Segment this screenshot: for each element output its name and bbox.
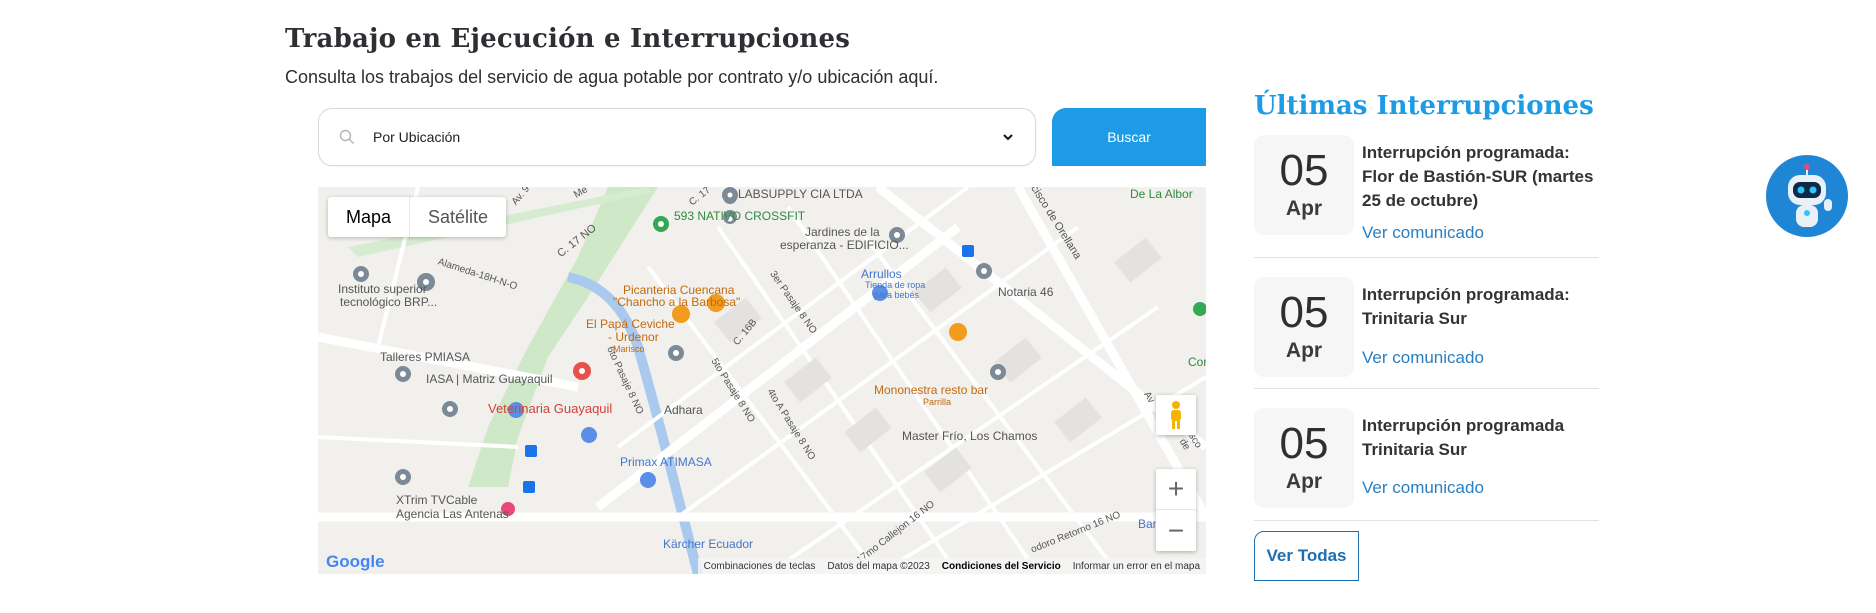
map-footer: Google Combinaciones de teclas Datos del… <box>318 552 1206 574</box>
zoom-control: + − <box>1156 469 1196 551</box>
map-label: El Papá Ceviche <box>586 317 675 331</box>
map-label: De La Albor <box>1130 187 1193 201</box>
latest-interruptions-title: Últimas Interrupciones <box>1254 91 1594 121</box>
map-type-map[interactable]: Mapa <box>328 197 409 237</box>
news-item: 05 Apr Interrupción programada: Trinitar… <box>1254 277 1599 389</box>
map-label: Primax ATIMASA <box>620 455 712 469</box>
street-view-button[interactable] <box>1156 395 1196 435</box>
page-subtitle: Consulta los trabajos del servicio de ag… <box>285 67 939 87</box>
google-logo: Google <box>326 552 385 571</box>
map-label: Jardines de la <box>805 225 880 239</box>
map-label: Tienda de ropa <box>865 280 926 290</box>
date-month: Apr <box>1285 470 1323 493</box>
map-label: IASA | Matriz Guayaquil <box>426 372 553 386</box>
map-label: Arrullos <box>861 267 902 281</box>
zoom-out-button[interactable]: − <box>1156 510 1196 551</box>
map-label: Mononestra resto bar <box>874 383 989 397</box>
date-box: 05 Apr <box>1254 277 1354 377</box>
map-label: Agencia Las Antenas <box>396 507 509 521</box>
location-select[interactable]: Por Ubicación <box>318 108 1036 166</box>
date-month: Apr <box>1285 339 1323 362</box>
map-label: Instituto superior <box>338 282 427 296</box>
map-attribution: Combinaciones de teclas Datos del mapa ©… <box>697 558 1206 574</box>
date-box: 05 Apr <box>1254 135 1354 235</box>
view-notice-link[interactable]: Ver comunicado <box>1362 478 1484 498</box>
view-notice-link[interactable]: Ver comunicado <box>1362 223 1484 243</box>
news-title: Interrupción programada: Flor de Bastión… <box>1362 143 1594 210</box>
map-label: Notaria 46 <box>998 285 1054 299</box>
pin-notaria-dot <box>981 268 987 274</box>
map-label: "Chancho a la Barbosa" <box>613 295 741 309</box>
search-button[interactable]: Buscar <box>1052 108 1206 166</box>
pin-xtrim-dot <box>400 474 406 480</box>
pin-mononestra <box>949 323 967 341</box>
view-notice-link[interactable]: Ver comunicado <box>1362 348 1484 368</box>
date-box: 05 Apr <box>1254 408 1354 508</box>
chat-assistant-button[interactable] <box>1766 155 1848 237</box>
map-label: Talleres PMIASA <box>380 350 471 364</box>
news-item: 05 Apr Interrupción programada: Flor de … <box>1254 135 1599 258</box>
terms-link[interactable]: Condiciones del Servicio <box>936 561 1067 572</box>
news-title: Interrupción programada Trinitaria Sur <box>1362 416 1565 459</box>
map-label: Veterinaria Guayaquil <box>488 401 613 416</box>
map[interactable]: LABSUPPLY CIA LTDA 593 NATIVO CROSSFIT J… <box>318 187 1206 574</box>
map-label: LABSUPPLY CIA LTDA <box>738 187 863 201</box>
map-label: Master Frío, Los Chamos <box>902 429 1038 443</box>
map-label: XTrim TVCable <box>396 493 478 507</box>
map-type-control: Mapa Satélite <box>328 197 507 237</box>
map-label: Parrilla <box>923 397 952 407</box>
keyboard-shortcuts-link[interactable]: Combinaciones de teclas <box>698 561 822 572</box>
map-data-text: Datos del mapa ©2023 <box>827 560 930 572</box>
pin-adhara-dot <box>673 350 679 356</box>
date-day: 05 <box>1279 419 1329 468</box>
date-month: Apr <box>1285 197 1323 220</box>
pin-veterinaria-dot <box>579 368 585 374</box>
pegman-icon <box>1171 401 1181 429</box>
search-icon <box>339 129 354 144</box>
map-label: Adhara <box>664 403 703 417</box>
map-label: tecnológico BRP... <box>340 295 438 309</box>
zoom-in-button[interactable]: + <box>1156 469 1196 510</box>
pin-crossfit-dot <box>658 221 664 227</box>
location-select-value: Por Ubicación <box>373 129 461 145</box>
map-label: para bebés <box>874 290 920 300</box>
bus-stop-icon-3 <box>523 481 535 493</box>
date-day: 05 <box>1279 288 1329 337</box>
date-day: 05 <box>1279 146 1329 195</box>
map-label: Cor <box>1188 355 1206 369</box>
pin-labsupply-dot <box>727 192 733 198</box>
map-label: Kärcher Ecuador <box>663 537 754 551</box>
news-item: 05 Apr Interrupción programada Trinitari… <box>1254 408 1599 521</box>
bus-stop-icon <box>962 245 974 257</box>
page-title: Trabajo en Ejecución e Interrupciones <box>285 24 851 54</box>
report-error-link[interactable]: Informar un error en el mapa <box>1067 561 1206 572</box>
robot-assistant-icon <box>1788 164 1832 227</box>
map-label: esperanza - EDIFICIO... <box>780 238 909 252</box>
bus-stop-icon-2 <box>525 445 537 457</box>
map-label: - Urdenor <box>608 330 659 344</box>
pin-primax <box>581 427 597 443</box>
view-all-button[interactable]: Ver Todas <box>1254 531 1359 581</box>
map-label: 593 NATIVO CROSSFIT <box>674 209 806 223</box>
pin-masterfrio-dot <box>995 369 1001 375</box>
chevron-down-icon <box>1003 134 1013 141</box>
pin-karcher <box>640 472 656 488</box>
news-title: Interrupción programada: Trinitaria Sur <box>1362 285 1570 328</box>
map-type-satellite[interactable]: Satélite <box>409 197 506 237</box>
